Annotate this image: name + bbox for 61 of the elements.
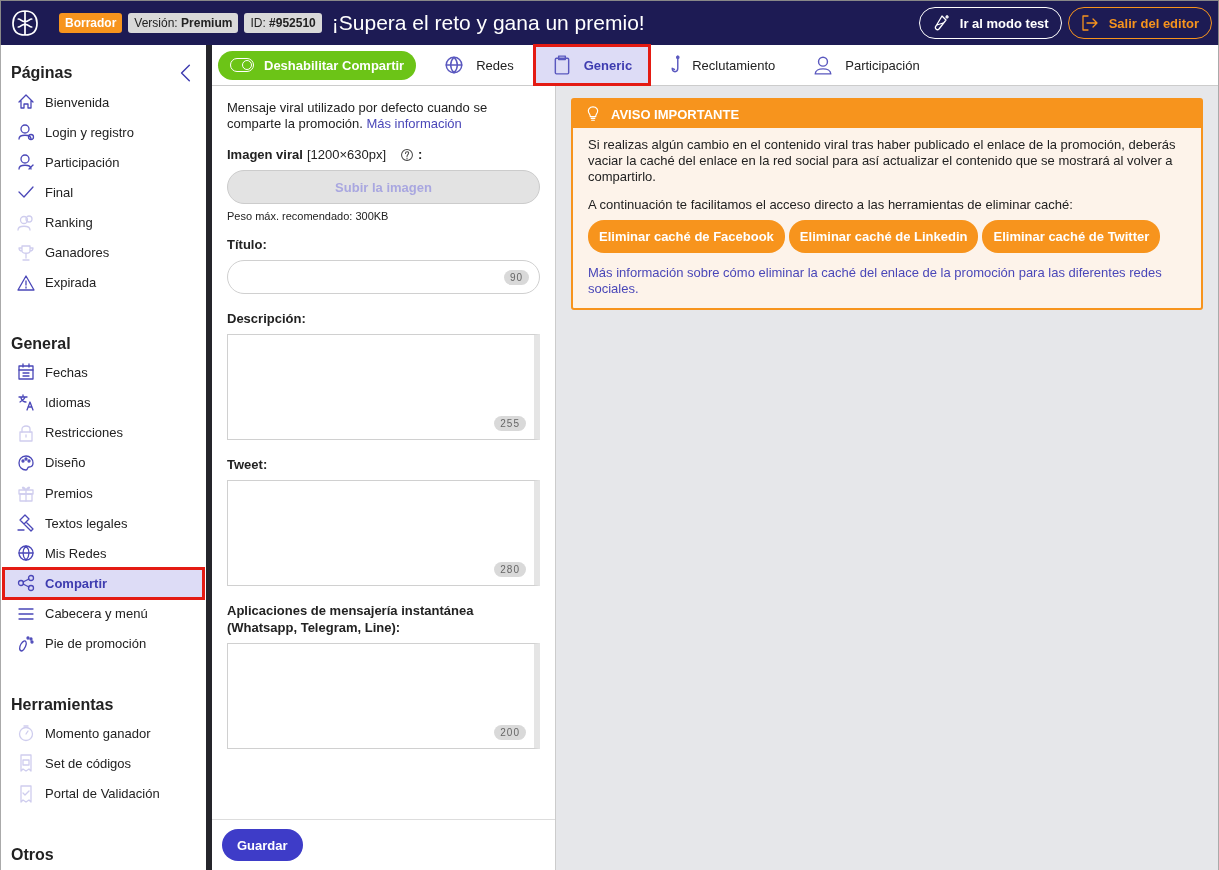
text-area[interactable]: 280 — [227, 480, 540, 586]
text-area[interactable]: 200 — [227, 643, 540, 749]
sidebar-item[interactable]: Ranking — [5, 209, 202, 236]
sidebar-item[interactable]: Momento ganador — [5, 720, 202, 747]
sidebar-item[interactable]: Portal de Validación — [5, 780, 202, 807]
tab[interactable]: Participación — [797, 47, 936, 83]
notice-text: A continuación te facilitamos el acceso directo a las herramientas de eliminar caché: — [588, 197, 1074, 213]
status-badge: Borrador — [59, 13, 123, 33]
sidebar-item[interactable]: Compartir — [5, 570, 202, 597]
sidebar-item[interactable]: Idiomas — [5, 389, 202, 416]
version-badge: Versión: Premium — [128, 13, 239, 33]
sidebar-item[interactable]: Expirada — [5, 269, 202, 296]
sidebar-item[interactable]: Diseño — [5, 449, 202, 476]
image-size-text: [1200×630px] — [306, 146, 387, 163]
sidebar-item[interactable]: Pie de promoción — [5, 630, 202, 657]
more-info-link[interactable]: Más información sobre cómo eliminar la caché del enlace de la promoción para las diferentes redes sociales. — [588, 265, 1186, 297]
hook-icon — [670, 55, 681, 75]
sidebar-item[interactable]: Set de códigos — [5, 750, 202, 777]
globe-icon — [444, 55, 465, 75]
user-icon — [813, 55, 834, 75]
save-button[interactable]: Guardar — [222, 829, 303, 861]
image-label: Imagen viral — [227, 146, 303, 163]
notice-title: AVISO IMPORTANTE — [611, 106, 740, 122]
intro-text: Mensaje viral utilizado por defecto cuando se comparte la promoción. Más información — [227, 100, 489, 132]
section-heading: General — [11, 335, 71, 354]
sidebar-item[interactable]: Login y registro — [5, 119, 202, 146]
field-label: Aplicaciones de mensajería instantánea (Whatsapp, Telegram, Line): — [227, 602, 475, 636]
sidebar-item[interactable]: Fechas — [5, 359, 202, 386]
more-info-link[interactable]: Más información — [366, 116, 462, 131]
section-heading: Otros — [11, 846, 54, 865]
character-counter: 280 — [494, 562, 526, 577]
field-label: Título: — [227, 236, 268, 253]
tab[interactable]: Generic — [535, 47, 649, 83]
help-icon — [400, 147, 415, 162]
character-counter: 255 — [494, 416, 526, 431]
sidebar-item[interactable]: Restricciones — [5, 419, 202, 446]
sidebar-item[interactable]: Final — [5, 179, 202, 206]
sidebar-item[interactable]: Cabecera y menú — [5, 600, 202, 627]
sidebar-item[interactable]: Bienvenida — [5, 89, 202, 116]
field-label: Tweet: — [227, 456, 269, 473]
label-colon: : — [418, 146, 423, 163]
section-heading: Herramientas — [11, 696, 114, 715]
help-button[interactable] — [400, 147, 415, 162]
notice-text: Si realizas algún cambio en el contenido viral tras haber publicado el enlace de la promoción, deberás vaciar la caché del enlace en la red social para así actualizar el contenido que se mostrará al volver a compartirlo. — [588, 137, 1177, 185]
id-badge: ID: #952510 — [244, 13, 322, 33]
text-area[interactable]: 255 — [227, 334, 540, 440]
promotion-title: ¡Supera el reto y gana un premio! — [331, 11, 645, 35]
sidebar-item[interactable]: Textos legales — [5, 510, 202, 537]
lightbulb-icon — [585, 106, 601, 122]
sidebar-item[interactable]: Mis Redes — [5, 540, 202, 567]
character-counter: 200 — [494, 725, 526, 740]
exit-icon — [1080, 14, 1099, 32]
sidebar-item[interactable]: Participación — [5, 149, 202, 176]
tab[interactable]: Redes — [428, 47, 530, 83]
upload-note: Peso máx. recomendado: 300KB — [227, 210, 390, 222]
sidebar-item[interactable]: Premios — [5, 479, 202, 507]
character-counter: 90 — [503, 270, 529, 285]
field-label: Descripción: — [227, 310, 307, 327]
section-heading: Páginas — [11, 64, 73, 82]
tab[interactable]: Reclutamiento — [654, 47, 792, 83]
sidebar-item[interactable]: Ganadores — [5, 239, 202, 266]
